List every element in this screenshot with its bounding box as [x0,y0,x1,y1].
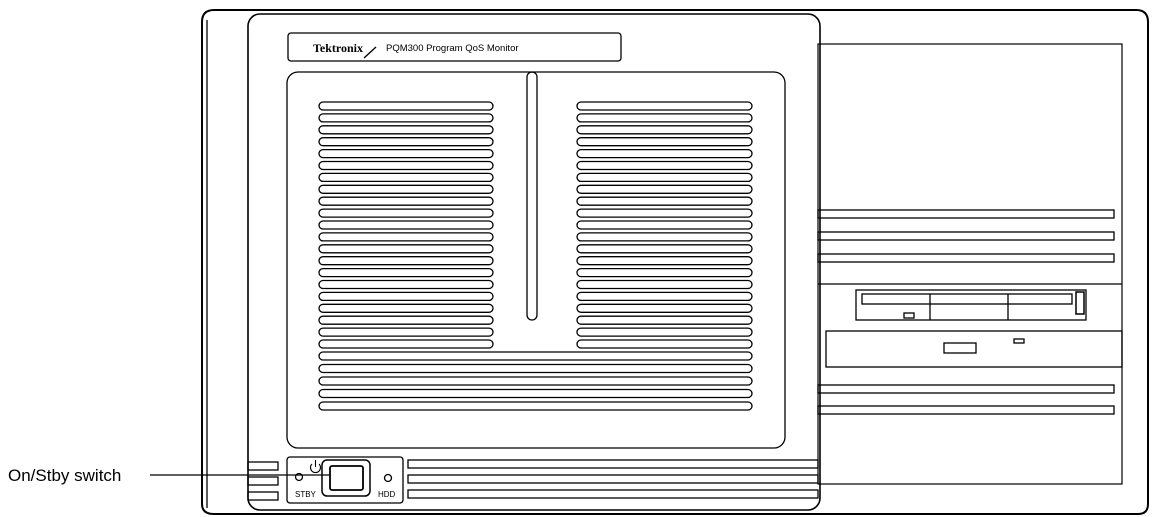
front-bezel [247,13,821,511]
vent-slot [576,339,753,349]
vent-slot [576,244,753,254]
vent-slot [318,101,494,111]
vent-slot [318,232,494,242]
power-symbol-icon [309,460,322,474]
optical-eject-button[interactable] [943,342,977,354]
vent-slot [318,363,753,374]
vent-slot [318,376,753,386]
vent-slot [318,256,494,266]
bezel-side-slots [247,461,279,501]
standby-label: STBY [295,490,317,499]
floppy-eject-button[interactable] [903,312,915,319]
vent-slot [318,291,494,302]
vent-slot [576,232,753,242]
vent-slot [576,208,753,218]
vent-slot [576,172,753,183]
vent-slot [576,148,753,159]
drive-bay-vent-slots-lower [817,384,1115,415]
hdd-label: HDD [378,490,396,499]
vent-slot [576,196,753,206]
instrument-front-panel-diagram: Tektronix PQM300 Program QoS Monitor STB… [8,9,1149,515]
vent-slot [576,303,753,313]
vent-slot [318,244,494,254]
vent-center-divider [526,71,538,321]
vent-slot [318,388,753,399]
vent-slot [576,315,753,325]
vent-slot [318,125,494,135]
optical-drive [825,330,1123,368]
on-stby-switch-callout: On/Stby switch [8,466,121,485]
floppy-drive [855,289,1087,321]
on-stby-switch[interactable] [329,465,364,491]
vent-slot [576,113,753,123]
vent-slot [576,184,753,194]
vent-slot [318,148,494,159]
vent-slot [318,184,494,194]
vent-slot [318,303,494,313]
brand-label: Tektronix [313,41,363,55]
vent-slot [318,208,494,218]
vent-slot [576,267,753,278]
vent-slot [576,220,753,230]
model-label: PQM300 Program QoS Monitor [386,43,519,54]
vent-slots-left [318,101,494,349]
brand-logo-swoosh [363,46,377,59]
drive-bay-vent-slots-upper [817,209,1115,263]
drive-bay-panel [817,43,1123,485]
vent-slot [318,267,494,278]
vent-slot [576,279,753,290]
vent-slot [318,339,494,349]
vent-slots-right [576,101,753,349]
vent-slot [576,256,753,266]
vent-slot [576,291,753,302]
vent-slot [318,113,494,123]
vent-slot [318,351,753,361]
vent-slot [318,279,494,290]
vent-slot [318,160,494,171]
vent-slot [318,137,494,147]
vent-slot [576,125,753,135]
vent-slots-full-width [318,351,753,411]
optical-indicator [1013,338,1025,344]
lower-vent-slots [407,459,819,499]
vent-slot [576,137,753,147]
vent-slot [318,172,494,183]
hdd-indicator-led [383,473,393,483]
vent-slot [318,196,494,206]
vent-slot [318,401,753,411]
vent-grille-panel [286,71,786,449]
vent-slot [318,220,494,230]
vent-slot [318,327,494,337]
vent-slot [318,315,494,325]
vent-slot [576,101,753,111]
vent-slot [576,160,753,171]
vent-slot [576,327,753,337]
